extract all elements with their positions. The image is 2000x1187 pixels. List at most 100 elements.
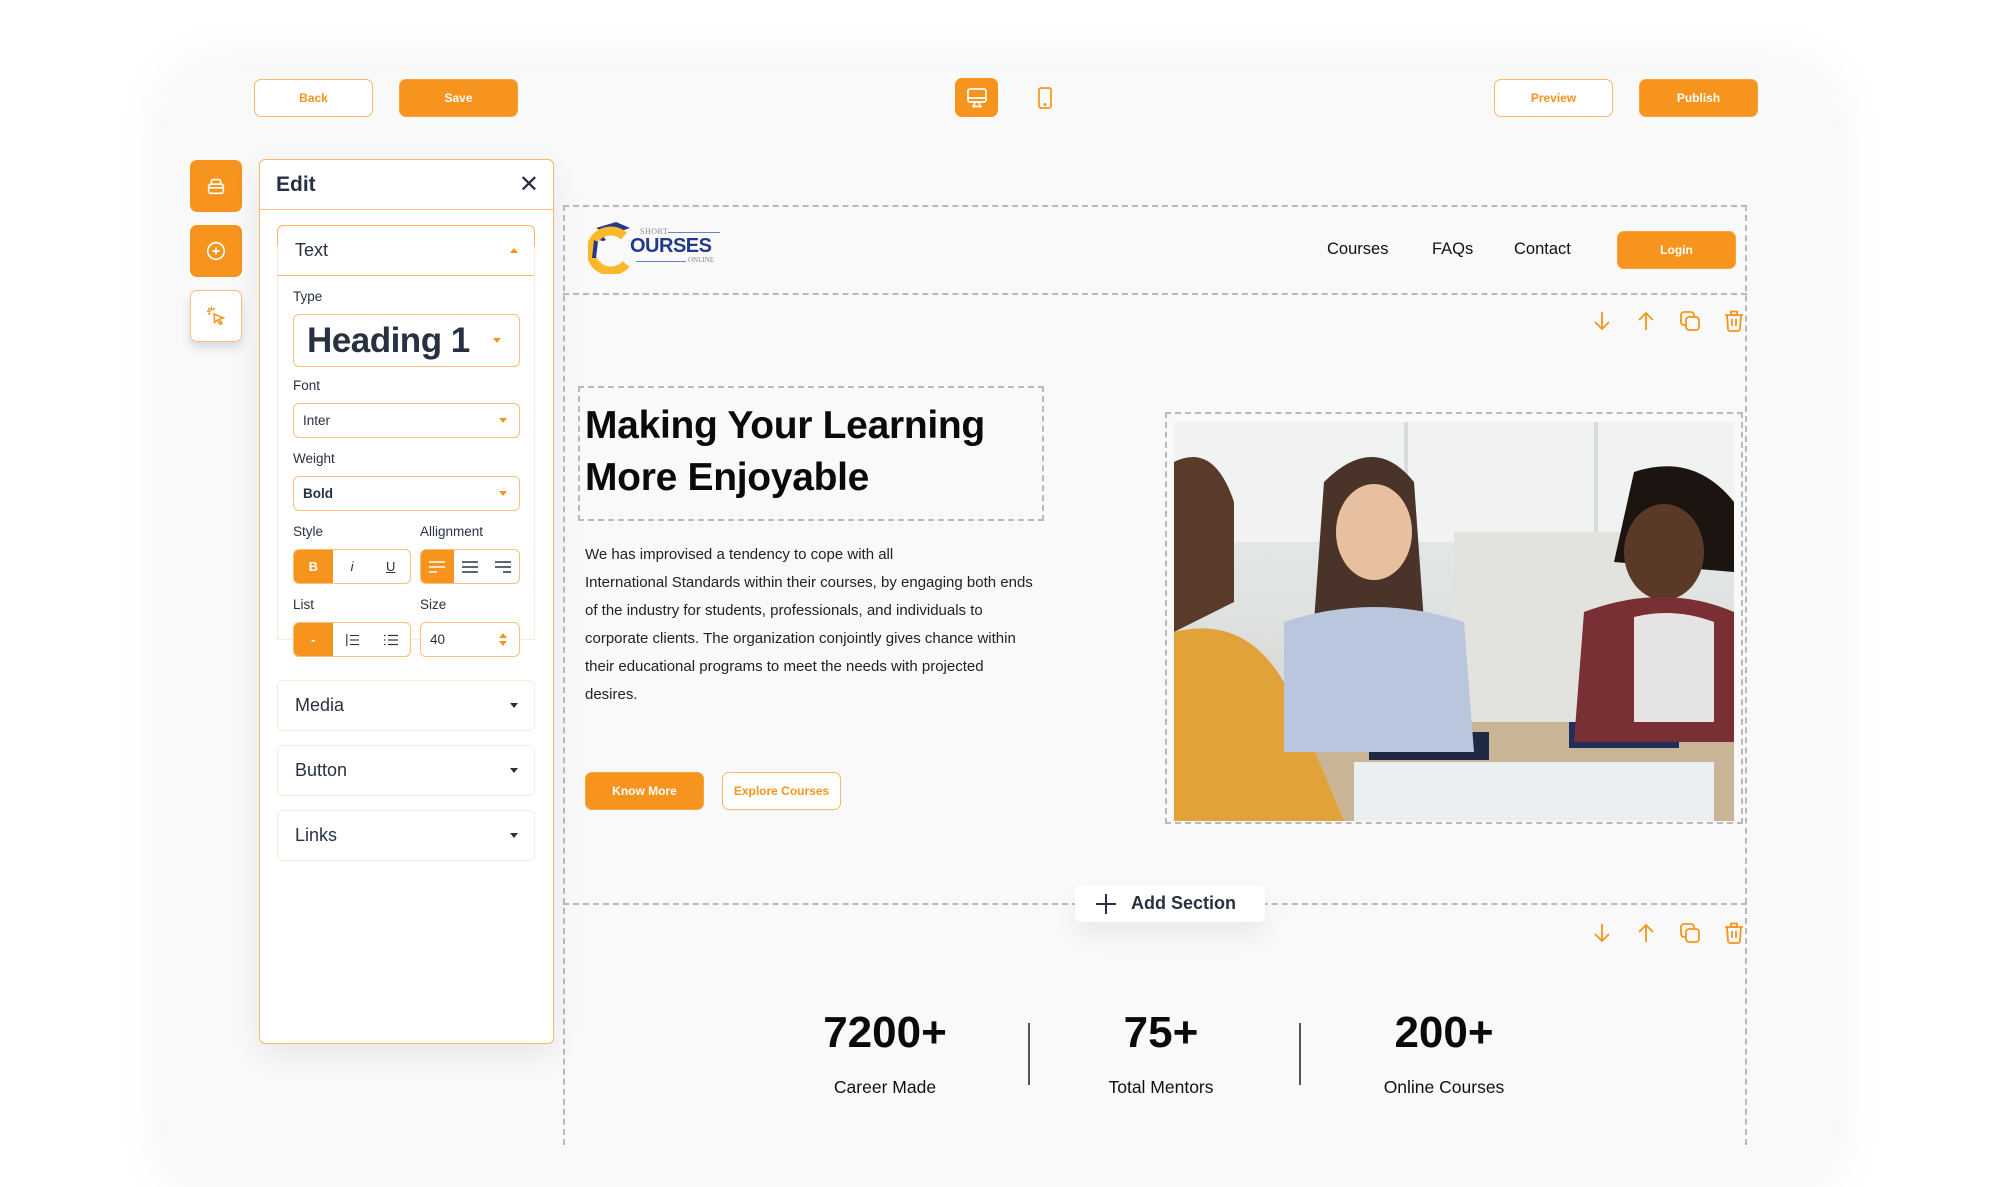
style-label: Style (293, 524, 324, 539)
mobile-view-button[interactable] (1025, 78, 1064, 117)
add-circle-icon (206, 241, 226, 261)
align-center-icon (462, 560, 478, 573)
size-label: Size (420, 597, 447, 612)
select-tool-button[interactable] (190, 290, 242, 342)
stats-section-actions (1590, 921, 1746, 945)
size-value: 40 (430, 632, 446, 647)
accordion-media-label: Media (295, 695, 345, 715)
layers-icon (207, 178, 225, 195)
hero-photo-illustration (1174, 422, 1734, 821)
duplicate-icon[interactable] (1678, 309, 1702, 333)
no-list-button[interactable]: - (294, 623, 333, 656)
layers-tool-button[interactable] (190, 160, 242, 212)
hero-description-line: their educational programs to meet the n… (585, 658, 984, 675)
duplicate-icon[interactable] (1678, 921, 1702, 945)
move-down-icon[interactable] (1590, 309, 1614, 333)
weight-select[interactable]: Bold (293, 476, 520, 511)
alignment-label: Allignment (420, 524, 484, 539)
cursor-click-icon (206, 306, 226, 326)
stat-label-mentors: Total Mentors (1108, 1077, 1214, 1097)
font-select[interactable]: Inter (293, 403, 520, 438)
align-left-icon (429, 560, 446, 573)
chevron-down-icon (499, 418, 507, 423)
stat-label-careers: Career Made (833, 1077, 937, 1097)
chevron-down-icon (510, 833, 518, 838)
align-right-button[interactable] (486, 550, 519, 583)
hero-image[interactable] (1174, 422, 1734, 821)
plus-icon (1096, 893, 1116, 914)
mobile-icon (1037, 86, 1052, 109)
explore-courses-button[interactable]: Explore Courses (722, 772, 841, 810)
edit-panel: Edit ✕ Text Type Heading 1 Font Inter We… (259, 159, 554, 1044)
desktop-icon (966, 87, 987, 107)
hero-heading[interactable]: Making Your Learning More Enjoyable (585, 400, 985, 504)
font-label: Font (293, 378, 321, 393)
type-select[interactable]: Heading 1 (293, 314, 520, 367)
logo-line-top (668, 232, 720, 233)
size-stepper[interactable]: 40 (420, 622, 520, 657)
chevron-down-icon (510, 768, 518, 773)
hero-section-actions (1590, 309, 1746, 333)
stat-divider (1299, 1023, 1301, 1085)
desktop-view-button[interactable] (955, 78, 998, 117)
bold-toggle[interactable]: B (294, 550, 333, 583)
list-label: List (293, 597, 315, 612)
accordion-links-label: Links (295, 825, 338, 845)
italic-toggle[interactable]: i (333, 550, 372, 583)
delete-icon[interactable] (1722, 921, 1746, 945)
chevron-down-icon (493, 338, 501, 343)
publish-button[interactable]: Publish (1639, 79, 1758, 117)
site-logo[interactable]: SHORT OURSES ONLINE (588, 218, 723, 276)
alignment-group (420, 549, 520, 584)
hero-heading-line-2: More Enjoyable (585, 456, 870, 499)
add-section-label: Add Section (1131, 893, 1237, 913)
back-button[interactable]: Back (254, 79, 373, 117)
hero-description[interactable]: We has improvised a tendency to cope wit… (585, 541, 1105, 709)
move-up-icon[interactable] (1634, 921, 1658, 945)
know-more-button[interactable]: Know More (585, 772, 704, 810)
hero-description-line: We has improvised a tendency to cope wit… (585, 546, 894, 563)
logo-line-bottom (636, 261, 686, 262)
login-button[interactable]: Login (1617, 231, 1736, 269)
stat-value-mentors: 75+ (1123, 1008, 1199, 1057)
save-button[interactable]: Save (399, 79, 518, 117)
align-right-icon (494, 560, 511, 573)
underline-toggle[interactable]: U (371, 550, 410, 583)
align-left-button[interactable] (421, 550, 454, 583)
nav-link-courses[interactable]: Courses (1327, 240, 1388, 259)
accordion-links[interactable]: Links (277, 810, 535, 861)
stat-value-courses: 200+ (1394, 1008, 1494, 1057)
accordion-button[interactable]: Button (277, 745, 535, 796)
hero-description-line: International Standards within their cou… (585, 574, 1033, 591)
align-center-button[interactable] (454, 550, 487, 583)
add-section-button[interactable]: Add Section (1075, 885, 1265, 922)
chevron-down-icon (510, 703, 518, 708)
move-up-icon[interactable] (1634, 309, 1658, 333)
hero-description-line: corporate clients. The organization conj… (585, 630, 1016, 647)
ordered-list-button[interactable] (333, 623, 372, 656)
ordered-list-icon (345, 633, 359, 646)
nav-link-contact[interactable]: Contact (1514, 240, 1571, 259)
chevron-down-icon (499, 491, 507, 496)
edit-panel-header: Edit ✕ (260, 160, 553, 210)
bullet-list-button[interactable] (371, 623, 410, 656)
accordion-button-label: Button (295, 760, 348, 780)
hero-heading-line-1: Making Your Learning (585, 404, 985, 447)
weight-select-value: Bold (303, 486, 333, 501)
header-section-divider (563, 293, 1747, 295)
move-down-icon[interactable] (1590, 921, 1614, 945)
stepper-arrows-icon[interactable] (499, 633, 507, 646)
accordion-media[interactable]: Media (277, 680, 535, 731)
text-style-group: B i U (293, 549, 411, 584)
bullet-list-icon (383, 634, 398, 645)
stat-value-careers: 7200+ (823, 1008, 947, 1057)
close-icon[interactable]: ✕ (519, 172, 539, 197)
hero-description-line: of the industry for students, profession… (585, 602, 983, 619)
logo-main-text: OURSES (630, 235, 712, 257)
delete-icon[interactable] (1722, 309, 1746, 333)
preview-button[interactable]: Preview (1494, 79, 1613, 117)
font-select-value: Inter (303, 413, 331, 428)
nav-link-faqs[interactable]: FAQs (1432, 240, 1473, 259)
add-element-tool-button[interactable] (190, 225, 242, 277)
hero-description-line: desires. (585, 686, 638, 703)
